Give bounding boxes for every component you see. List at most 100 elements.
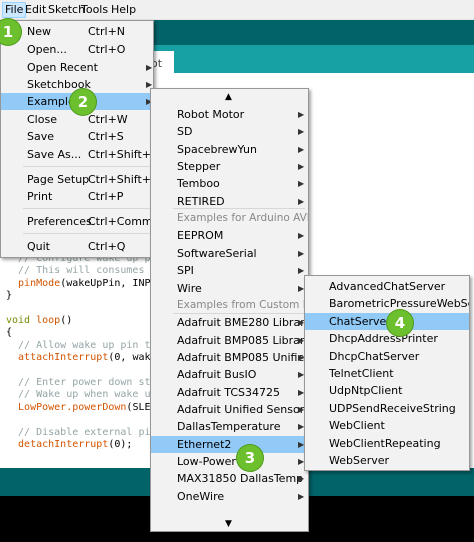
menu-item-label: TelnetClient [329, 367, 394, 380]
menu-edit[interactable]: Edit [25, 3, 46, 16]
menu-item-label: Wire [177, 281, 202, 295]
chevron-right-icon: ▶ [298, 144, 305, 154]
menu-item-label: SpacebrewYun [177, 142, 257, 156]
file-menu-item-save[interactable]: Save Ctrl+S [1, 128, 153, 145]
menu-divider [173, 208, 305, 209]
examples-item-adafruit-bmp085-library[interactable]: Adafruit BMP085 Library ▶ [151, 332, 308, 349]
examples-item-eeprom[interactable]: EEPROM ▶ [151, 227, 308, 244]
menu-help[interactable]: Help [111, 3, 136, 16]
menu-file[interactable]: File [2, 2, 27, 18]
file-menu-item-quit[interactable]: Quit Ctrl+Q [1, 238, 153, 255]
code-line: detachInterrupt(0); [6, 439, 132, 451]
code-function: attachInterrupt [6, 352, 109, 364]
ethernet2-item-dhcpaddressprinter[interactable]: DhcpAddressPrinter [305, 330, 469, 347]
examples-item-dallastemperature[interactable]: DallasTemperature ▶ [151, 418, 308, 435]
menu-divider [23, 208, 151, 209]
examples-item-adafruit-bmp085-unified[interactable]: Adafruit BMP085 Unified ▶ [151, 349, 308, 366]
examples-item-max31850-dallastemp[interactable]: MAX31850 DallasTemp ▶ [151, 470, 308, 487]
code-text: } [6, 290, 13, 302]
menu-item-label: OneWire [177, 489, 225, 503]
file-menu: New Ctrl+N Open... Ctrl+O Open Recent ▶ Sketch… [0, 20, 154, 258]
examples-item-softwareserial[interactable]: SoftwareSerial ▶ [151, 245, 308, 262]
menu-item-label: New [27, 25, 51, 38]
ethernet2-item-webclient[interactable]: WebClient [305, 417, 469, 434]
file-menu-item-page-setup[interactable]: Page Setup Ctrl+Shift+P [1, 171, 153, 188]
code-line: { [6, 327, 12, 339]
examples-item-spi[interactable]: SPI ▶ [151, 262, 308, 279]
menu-item-label: Ethernet2 [177, 437, 232, 451]
chevron-right-icon: ▶ [298, 248, 305, 258]
examples-item-robot-motor[interactable]: Robot Motor ▶ [151, 106, 308, 123]
examples-item-adafruit-unified-sensor[interactable]: Adafruit Unified Sensor ▶ [151, 401, 308, 418]
examples-item-sd[interactable]: SD ▶ [151, 123, 308, 140]
menu-item-label: Adafruit BusIO [177, 368, 257, 382]
code-text: // Allow wake up pin t [6, 339, 151, 351]
chevron-right-icon: ▶ [298, 231, 305, 241]
code-text: // Enter power down st [6, 377, 151, 388]
examples-item-adafruit-bme280-library[interactable]: Adafruit BME280 Library ▶ [151, 314, 308, 331]
ethernet2-item-webclientrepeating[interactable]: WebClientRepeating [305, 435, 469, 452]
file-menu-item-save-as[interactable]: Save As... Ctrl+Shift+S [1, 146, 153, 163]
ethernet2-item-udpsendreceivestring[interactable]: UDPSendReceiveString [305, 400, 469, 417]
menu-item-label: Robot Motor [177, 108, 245, 121]
code-function: pinMode [6, 277, 61, 289]
file-menu-item-new[interactable]: New Ctrl+N [1, 23, 153, 40]
ethernet2-item-telnetclient[interactable]: TelnetClient [305, 365, 469, 382]
menu-item-label: WebClientRepeating [329, 436, 441, 450]
code-line: attachInterrupt(0, wak [6, 352, 150, 364]
code-args: (SLE [126, 401, 151, 413]
file-menu-item-open[interactable]: Open... Ctrl+O [1, 41, 153, 58]
ethernet2-item-webserver[interactable]: WebServer [305, 452, 469, 469]
examples-item-wire[interactable]: Wire ▶ [151, 280, 308, 297]
menu-item-label: Adafruit BMP085 Library [177, 333, 308, 347]
file-menu-item-print[interactable]: Print Ctrl+P [1, 188, 153, 205]
code-line: LowPower.powerDown(SLE [6, 401, 151, 414]
file-menu-item-open-recent[interactable]: Open Recent ▶ [1, 59, 153, 76]
step-badge-3: 3 [237, 445, 263, 471]
menu-item-shortcut: Ctrl+Shift+S [88, 148, 153, 161]
ethernet2-item-dhcpchatserver[interactable]: DhcpChatServer [305, 348, 469, 365]
menu-item-label: Low-Power [177, 455, 236, 468]
examples-submenu: ▲ ▼ Robot Motor ▶ SD ▶ SpacebrewYun ▶ Stepper ▶… [150, 88, 309, 532]
examples-item-ethernet2[interactable]: Ethernet2 ▶ [151, 435, 308, 453]
examples-item-spacebrewyun[interactable]: SpacebrewYun ▶ [151, 141, 308, 158]
menu-sketch[interactable]: Sketch [48, 3, 85, 16]
examples-item-temboo[interactable]: Temboo ▶ [151, 175, 308, 192]
menu-item-label: Print [27, 190, 53, 203]
menu-item-label: SD [177, 125, 193, 139]
menu-item-label: DallasTemperature [177, 420, 281, 434]
menu-item-shortcut: Ctrl+Comma [88, 215, 153, 228]
menu-item-label: Open... [27, 43, 67, 56]
examples-section-header-examples-from-custom-librar: Examples from Custom Librar [151, 297, 308, 314]
examples-item-low-power[interactable]: Low-Power ▶ [151, 453, 308, 470]
step-badge-2: 2 [70, 89, 96, 115]
menu-item-shortcut: Ctrl+P [88, 190, 124, 203]
code-text: // Wake up when wake u [6, 389, 151, 401]
scroll-up-arrow[interactable]: ▲ [225, 92, 232, 102]
ethernet2-item-udpntpclient[interactable]: UdpNtpClient [305, 382, 469, 399]
menu-item-label: WebClient [329, 419, 385, 433]
ethernet2-submenu: AdvancedChatServer BarometricPressureWebS… [304, 275, 470, 471]
examples-item-stepper[interactable]: Stepper ▶ [151, 158, 308, 175]
menu-tools[interactable]: Tools [81, 3, 108, 16]
menu-item-label: SPI [177, 264, 194, 278]
menu-item-shortcut: Ctrl+Q [88, 240, 126, 253]
menu-item-label: Close [27, 113, 57, 126]
menu-item-label: WebServer [329, 454, 390, 467]
menu-item-label: Adafruit BME280 Library [177, 316, 308, 330]
ethernet2-item-barometricpressurewebserver[interactable]: BarometricPressureWebServer [305, 295, 469, 312]
menu-item-label: Open Recent [27, 61, 98, 74]
ethernet2-item-advancedchatserver[interactable]: AdvancedChatServer [305, 278, 469, 295]
examples-item-onewire[interactable]: OneWire ▶ [151, 488, 308, 505]
file-menu-item-preferences[interactable]: Preferences Ctrl+Comma [1, 213, 153, 230]
menu-item-label: Stepper [177, 160, 221, 174]
step-badge-4: 4 [387, 310, 413, 336]
chevron-right-icon: ▶ [298, 491, 305, 501]
menubar: File Edit Sketch Tools Help [0, 0, 474, 20]
scroll-down-arrow[interactable]: ▼ [225, 519, 232, 529]
examples-item-adafruit-tcs34725[interactable]: Adafruit TCS34725 ▶ [151, 384, 308, 401]
menu-item-label: Save [27, 130, 55, 143]
menu-item-label: Temboo [177, 177, 220, 191]
examples-item-adafruit-busio[interactable]: Adafruit BusIO ▶ [151, 366, 308, 383]
code-args: (wakeUpPin, INP [60, 277, 151, 289]
